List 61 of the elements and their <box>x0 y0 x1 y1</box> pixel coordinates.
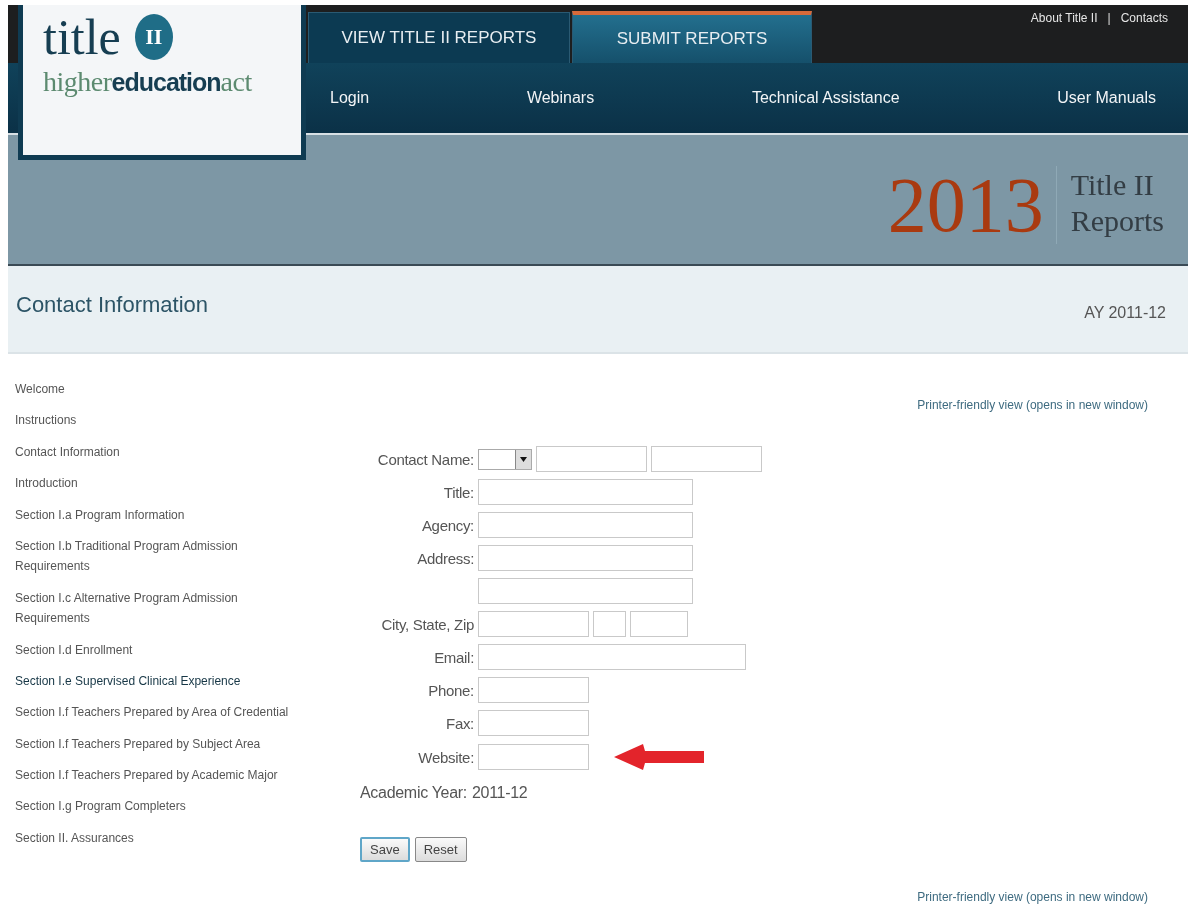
academic-year-label: Academic Year: <box>360 784 467 802</box>
logo-tagline: highereducationact <box>43 66 253 98</box>
printer-friendly-link[interactable]: Printer-friendly view (opens in new window) <box>917 890 1148 904</box>
field-label: Title: <box>442 483 474 501</box>
page-title: Contact Information <box>16 292 208 318</box>
form-button[interactable]: Save <box>360 837 410 862</box>
form-button[interactable]: Reset <box>414 837 467 862</box>
sidebar-item[interactable]: Contact Information <box>15 441 307 463</box>
academic-year-value: 2011-12 <box>472 784 528 802</box>
sidebar-item[interactable]: Section I.d Enrollment <box>15 639 307 660</box>
field-label: Email: <box>433 648 474 666</box>
nav-tab[interactable]: VIEW TITLE II REPORTS <box>308 12 570 63</box>
nav-link[interactable]: Webinars <box>526 89 595 107</box>
sidebar-item[interactable]: Section I.b Traditional Program Admission Requirements <box>15 535 307 577</box>
banner-title: Reports <box>1070 202 1164 239</box>
input-field[interactable] <box>630 611 688 637</box>
sidebar-item[interactable]: Section II. Assurances <box>15 827 307 849</box>
link-separator: | <box>1107 11 1111 25</box>
sidebar-item[interactable]: Instructions <box>15 410 307 431</box>
sidebar-item[interactable]: Section I.e Supervised Clinical Experience <box>15 670 307 692</box>
field-label: Contact Name: <box>376 450 474 468</box>
field-label: Address: <box>416 549 474 567</box>
banner-title: Title II <box>1070 166 1155 203</box>
input-field[interactable] <box>478 710 589 736</box>
sidebar-item[interactable]: Section I.a Program Information <box>15 504 307 525</box>
logo-title: title <box>43 12 121 62</box>
academic-year-label: AY 2011-12 <box>1084 304 1166 322</box>
input-field[interactable] <box>478 512 693 538</box>
input-field[interactable] <box>478 677 589 703</box>
input-field[interactable] <box>478 545 693 571</box>
input-field[interactable] <box>536 446 647 472</box>
field-label: Website: <box>417 748 474 766</box>
sidebar-item[interactable]: Section I.f Teachers Prepared by Subject Area <box>15 733 307 755</box>
sidebar-item[interactable]: Introduction <box>15 473 307 494</box>
input-field[interactable] <box>651 446 762 472</box>
input-field[interactable] <box>478 479 693 505</box>
sidebar-item[interactable]: Welcome <box>15 379 307 400</box>
field-label: City, State, Zip <box>380 615 474 633</box>
field-label: Fax: <box>445 714 474 732</box>
sidebar-item[interactable]: Section I.c Alternative Program Admission Requirements <box>15 587 307 629</box>
input-field[interactable] <box>593 611 626 637</box>
sidebar-item[interactable]: Section I.f Teachers Prepared by Area of Credential <box>15 702 307 723</box>
input-field[interactable] <box>478 611 589 637</box>
nav-link[interactable]: Technical Assistance <box>751 89 900 107</box>
nav-link[interactable]: User Manuals <box>1057 89 1156 107</box>
header-link[interactable]: About Title II <box>1030 11 1098 25</box>
field-label: Agency: <box>420 516 474 534</box>
field-label: Phone: <box>427 681 474 699</box>
banner-year: 2013 <box>887 165 1057 244</box>
input-field[interactable] <box>478 578 693 604</box>
header-link[interactable]: Contacts <box>1120 11 1168 25</box>
input-field[interactable] <box>478 644 746 670</box>
nav-tab[interactable]: SUBMIT REPORTS <box>572 11 812 63</box>
prefix-dropdown[interactable] <box>478 448 532 470</box>
sidebar-item[interactable]: Section I.g Program Completers <box>15 796 307 817</box>
logo-badge: II <box>134 14 173 60</box>
caret-icon <box>520 456 527 462</box>
nav-link[interactable]: Login <box>330 89 370 107</box>
sidebar-item[interactable]: Section I.f Teachers Prepared by Academic Major <box>15 765 307 786</box>
input-field[interactable] <box>478 744 589 770</box>
printer-friendly-link[interactable]: Printer-friendly view (opens in new window) <box>917 398 1148 412</box>
